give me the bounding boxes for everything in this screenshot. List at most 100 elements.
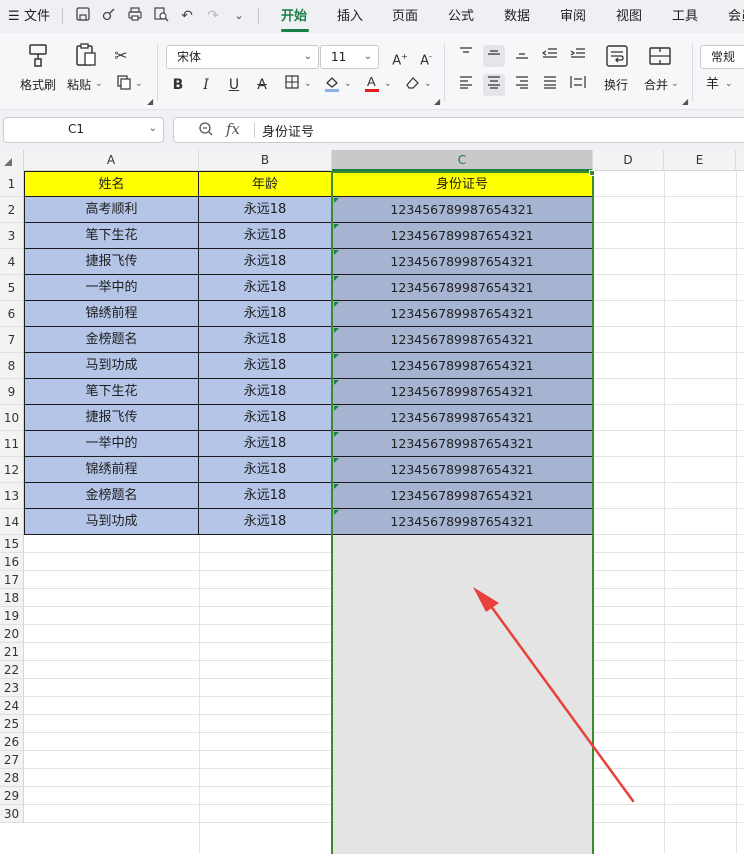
row-header[interactable]: 21	[0, 643, 24, 661]
spreadsheet-grid[interactable]: A B C D E 1 2 3 4 5 6 7 8 9 10 11 12 13 14 15 16 17 18 19 2…	[0, 150, 744, 854]
undo-icon[interactable]: ↶	[177, 6, 197, 26]
tab-insert[interactable]: 插入	[337, 8, 363, 25]
cell-name[interactable]: 锦绣前程	[24, 301, 199, 327]
row-header[interactable]: 1	[0, 171, 24, 197]
justify-icon[interactable]	[539, 74, 561, 96]
cell-age[interactable]: 永远18	[199, 353, 332, 379]
row-header[interactable]: 17	[0, 571, 24, 589]
cell-name[interactable]: 金榜题名	[24, 327, 199, 353]
underline-icon[interactable]: U	[223, 74, 245, 96]
column-header-d[interactable]: D	[593, 150, 664, 171]
cut-icon[interactable]: ✂	[110, 45, 132, 67]
row-header[interactable]: 18	[0, 589, 24, 607]
row-header[interactable]: 16	[0, 553, 24, 571]
row-header[interactable]: 20	[0, 625, 24, 643]
font-launcher-icon[interactable]: ◢	[434, 97, 440, 106]
cell-age[interactable]: 永远18	[199, 457, 332, 483]
chevron-down-icon[interactable]: ⌄	[671, 79, 679, 89]
cell-name[interactable]: 高考顺利	[24, 197, 199, 223]
row-header[interactable]: 9	[0, 379, 24, 405]
row-header[interactable]: 25	[0, 715, 24, 733]
align-top-icon[interactable]	[455, 45, 477, 67]
border-icon[interactable]	[281, 74, 303, 96]
cell-age[interactable]: 永远18	[199, 379, 332, 405]
tab-home[interactable]: 开始	[281, 8, 307, 25]
cell-age[interactable]: 永远18	[199, 509, 332, 535]
header-cell-name[interactable]: 姓名	[24, 171, 199, 197]
align-center-icon[interactable]	[483, 74, 505, 96]
cell-name[interactable]: 马到功成	[24, 509, 199, 535]
row-header[interactable]: 7	[0, 327, 24, 353]
fill-color-icon[interactable]	[321, 74, 343, 96]
distributed-align-icon[interactable]	[567, 74, 589, 96]
row-header[interactable]: 24	[0, 697, 24, 715]
tab-tools[interactable]: 工具	[672, 8, 698, 25]
alignment-launcher-icon[interactable]: ◢	[682, 97, 688, 106]
print-preview-icon[interactable]	[151, 6, 171, 26]
zoom-icon[interactable]	[198, 121, 214, 141]
chevron-down-icon[interactable]: ⌄	[725, 79, 733, 89]
chevron-down-icon[interactable]: ⌄	[229, 6, 249, 26]
row-header[interactable]: 10	[0, 405, 24, 431]
tab-page[interactable]: 页面	[392, 8, 418, 25]
file-menu[interactable]: 文件	[24, 8, 50, 25]
row-header[interactable]: 3	[0, 223, 24, 249]
formula-input[interactable]: fx 身份证号	[173, 117, 744, 143]
row-header[interactable]: 22	[0, 661, 24, 679]
currency-format-icon[interactable]: 羊	[706, 78, 719, 92]
align-bottom-icon[interactable]	[511, 45, 533, 67]
cell-age[interactable]: 永远18	[199, 249, 332, 275]
merge-cells-icon[interactable]	[647, 43, 675, 71]
row-header[interactable]: 19	[0, 607, 24, 625]
increase-font-icon[interactable]: A+	[389, 46, 411, 68]
cell-age[interactable]: 永远18	[199, 431, 332, 457]
strikethrough-icon[interactable]: A	[251, 74, 273, 96]
chevron-down-icon[interactable]: ⌄	[135, 79, 143, 89]
row-header[interactable]: 11	[0, 431, 24, 457]
format-painter-label[interactable]: 格式刷	[20, 78, 56, 92]
redo-icon[interactable]: ↷	[203, 6, 223, 26]
export-icon[interactable]	[99, 6, 119, 26]
paste-icon[interactable]	[72, 41, 100, 69]
cell-age[interactable]: 永远18	[199, 405, 332, 431]
font-size-select[interactable]: 11 ⌄	[320, 45, 379, 69]
cell-name[interactable]: 金榜题名	[24, 483, 199, 509]
select-all-corner[interactable]	[0, 150, 24, 171]
row-header[interactable]: 14	[0, 509, 24, 535]
cell-age[interactable]: 永远18	[199, 275, 332, 301]
align-left-icon[interactable]	[455, 74, 477, 96]
italic-icon[interactable]: I	[195, 74, 217, 96]
align-right-icon[interactable]	[511, 74, 533, 96]
tab-formula[interactable]: 公式	[448, 8, 474, 25]
fill-handle[interactable]	[589, 170, 595, 176]
chevron-down-icon[interactable]: ⌄	[384, 79, 392, 89]
row-header[interactable]: 8	[0, 353, 24, 379]
chevron-down-icon[interactable]: ⌄	[344, 79, 352, 89]
column-header-c[interactable]: C	[332, 150, 593, 171]
row-header[interactable]: 23	[0, 679, 24, 697]
wrap-text-label[interactable]: 换行	[604, 78, 628, 92]
cell-age[interactable]: 永远18	[199, 483, 332, 509]
decrease-indent-icon[interactable]	[539, 45, 561, 67]
cell-name[interactable]: 捷报飞传	[24, 405, 199, 431]
function-icon[interactable]: fx	[226, 120, 240, 138]
number-format-select[interactable]: 常规	[700, 45, 744, 69]
row-header[interactable]: 13	[0, 483, 24, 509]
paste-label[interactable]: 粘贴	[67, 78, 91, 92]
cell-age[interactable]: 永远18	[199, 301, 332, 327]
column-header-a[interactable]: A	[24, 150, 199, 171]
column-header-b[interactable]: B	[199, 150, 332, 171]
chevron-down-icon[interactable]: ⌄	[149, 123, 157, 134]
save-icon[interactable]	[73, 6, 93, 26]
chevron-down-icon[interactable]: ⌄	[424, 79, 432, 89]
cell-name[interactable]: 锦绣前程	[24, 457, 199, 483]
eraser-icon[interactable]	[401, 74, 423, 96]
bold-icon[interactable]: B	[167, 74, 189, 96]
row-header[interactable]: 5	[0, 275, 24, 301]
row-header[interactable]: 27	[0, 751, 24, 769]
chevron-down-icon[interactable]: ⌄	[95, 79, 103, 89]
format-painter-icon[interactable]	[24, 41, 52, 69]
row-header[interactable]: 29	[0, 787, 24, 805]
cell-name[interactable]: 捷报飞传	[24, 249, 199, 275]
cell-age[interactable]: 永远18	[199, 327, 332, 353]
